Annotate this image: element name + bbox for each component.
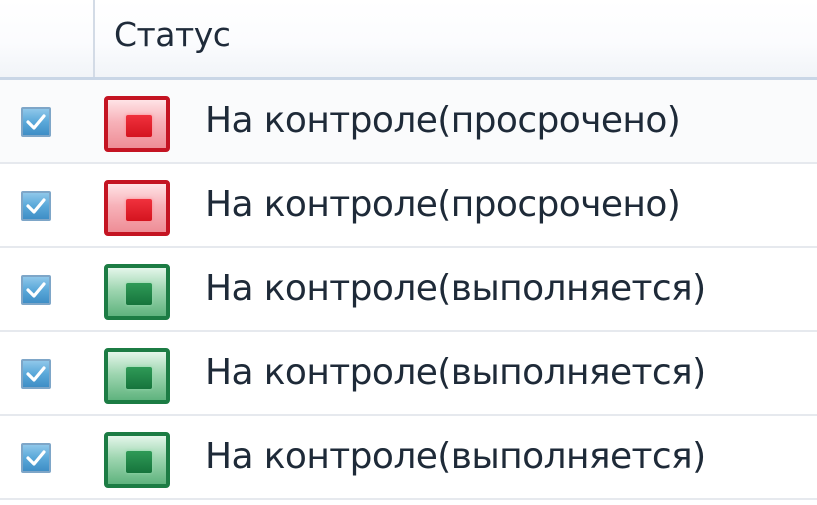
table-row[interactable]: На контроле(выполняется) xyxy=(0,248,817,332)
grid-header: Статус xyxy=(0,0,817,80)
checkbox-checked-icon xyxy=(26,282,46,298)
status-label: На контроле(выполняется) xyxy=(205,268,706,309)
table-row[interactable]: На контроле(просрочено) xyxy=(0,80,817,164)
column-header-status[interactable]: Статус xyxy=(114,14,231,56)
status-overdue-icon xyxy=(104,96,170,152)
checkbox-checked-icon xyxy=(26,366,46,382)
row-checkbox[interactable] xyxy=(21,359,51,389)
grid-rows: На контроле(просрочено) На контроле(прос… xyxy=(0,80,817,500)
checkbox-checked-icon xyxy=(26,450,46,466)
status-label: На контроле(выполняется) xyxy=(205,436,706,477)
status-in-progress-icon xyxy=(104,432,170,488)
table-row[interactable]: На контроле(выполняется) xyxy=(0,332,817,416)
checkbox-checked-icon xyxy=(26,114,46,130)
status-label: На контроле(просрочено) xyxy=(205,100,681,141)
status-grid: Статус На контроле(просрочено) На контро… xyxy=(0,0,817,505)
row-checkbox[interactable] xyxy=(21,107,51,137)
status-in-progress-icon xyxy=(104,348,170,404)
checkbox-checked-icon xyxy=(26,198,46,214)
row-checkbox[interactable] xyxy=(21,443,51,473)
header-checkbox-column[interactable] xyxy=(0,0,93,77)
status-overdue-icon xyxy=(104,180,170,236)
row-checkbox[interactable] xyxy=(21,191,51,221)
status-in-progress-icon xyxy=(104,264,170,320)
column-separator[interactable] xyxy=(93,0,95,77)
table-row[interactable]: На контроле(выполняется) xyxy=(0,416,817,500)
status-label: На контроле(выполняется) xyxy=(205,352,706,393)
status-label: На контроле(просрочено) xyxy=(205,184,681,225)
row-checkbox[interactable] xyxy=(21,275,51,305)
table-row[interactable]: На контроле(просрочено) xyxy=(0,164,817,248)
